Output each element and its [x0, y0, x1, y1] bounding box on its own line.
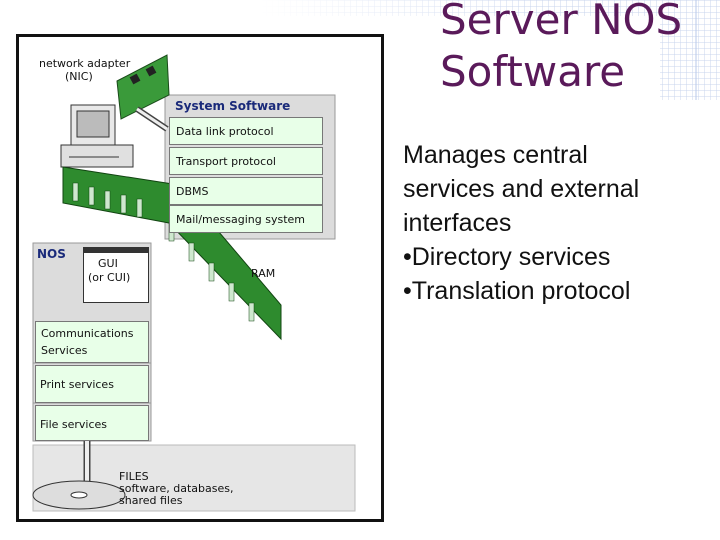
- gui-label: GUI (or CUI): [84, 253, 148, 285]
- ram-label: RAM: [251, 267, 276, 280]
- gui-label-line-1: GUI: [98, 257, 118, 270]
- nos-service-box: Print services: [35, 365, 149, 403]
- body-line: interfaces: [403, 209, 512, 237]
- title-line-2: Software: [440, 47, 626, 96]
- system-layer-box: Mail/messaging system: [169, 205, 323, 233]
- system-software-title: System Software: [175, 99, 291, 113]
- nic-label-line-2: (NIC): [65, 70, 93, 83]
- service-label-line: Communications: [41, 327, 134, 340]
- nos-service-box: Communications Services: [35, 321, 149, 363]
- body-line: services and external: [403, 175, 640, 203]
- body-line: •Directory services: [403, 243, 611, 271]
- title-line-1: Server NOS: [440, 0, 683, 44]
- service-label-line: Services: [41, 344, 88, 357]
- gui-label-line-2: (or CUI): [88, 271, 131, 284]
- files-desc-line: shared files: [119, 494, 183, 507]
- nos-service-box: File services: [35, 405, 149, 441]
- disk-icon: [32, 480, 126, 510]
- body-line: Manages central: [403, 141, 588, 169]
- slide-title: Server NOS Software: [440, 0, 682, 98]
- system-layer-box: DBMS: [169, 177, 323, 205]
- diagram-frame: network adapter (NIC) System Software Da…: [16, 34, 384, 522]
- nic-label: network adapter (NIC): [39, 57, 130, 83]
- nic-arrow-icon: [135, 106, 169, 132]
- slide-body: Manages central services and external in…: [403, 138, 713, 308]
- service-label-line: File services: [40, 418, 108, 431]
- body-line: •Translation protocol: [403, 277, 631, 305]
- system-layer-box: Data link protocol: [169, 117, 323, 145]
- nos-title: NOS: [37, 247, 66, 261]
- nic-label-line-1: network adapter: [39, 57, 131, 70]
- gui-window: GUI (or CUI): [83, 247, 149, 303]
- system-layer-box: Transport protocol: [169, 147, 323, 175]
- service-label-line: Print services: [40, 378, 114, 391]
- files-label: FILES software, databases, shared files: [119, 471, 233, 507]
